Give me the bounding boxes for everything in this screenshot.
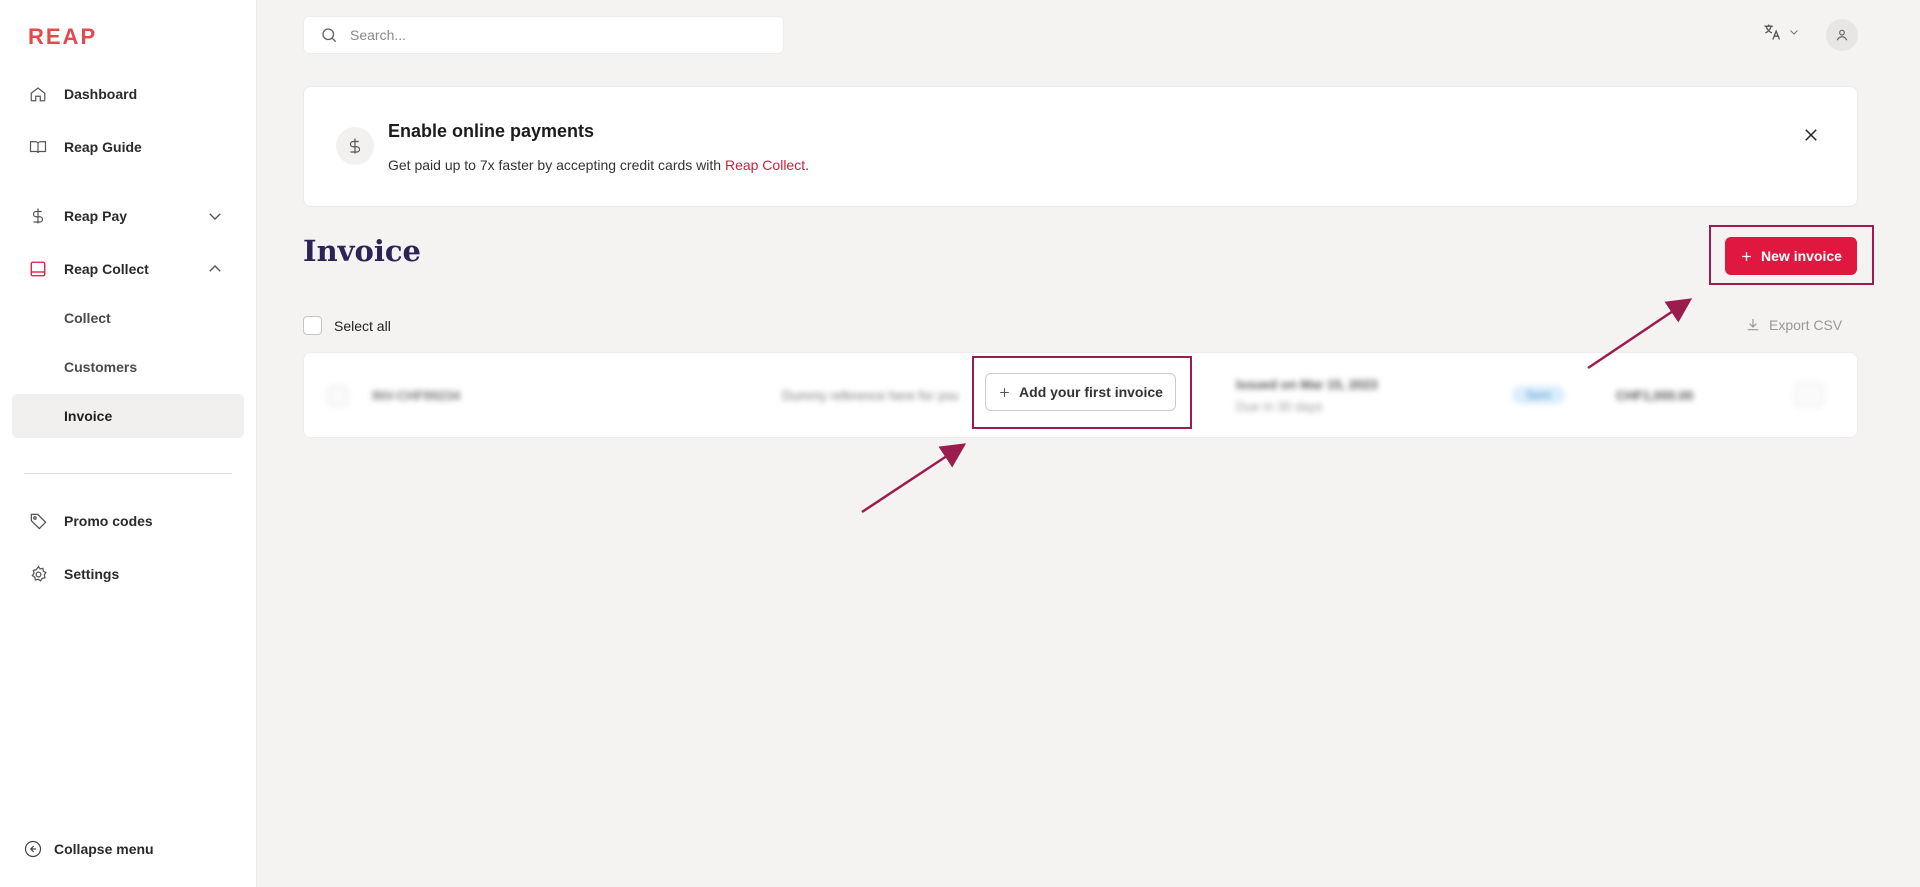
annotation-arrows: [861, 298, 1693, 514]
arrow-to-new-invoice: [1587, 298, 1693, 370]
arrow-to-add-first: [861, 443, 967, 514]
